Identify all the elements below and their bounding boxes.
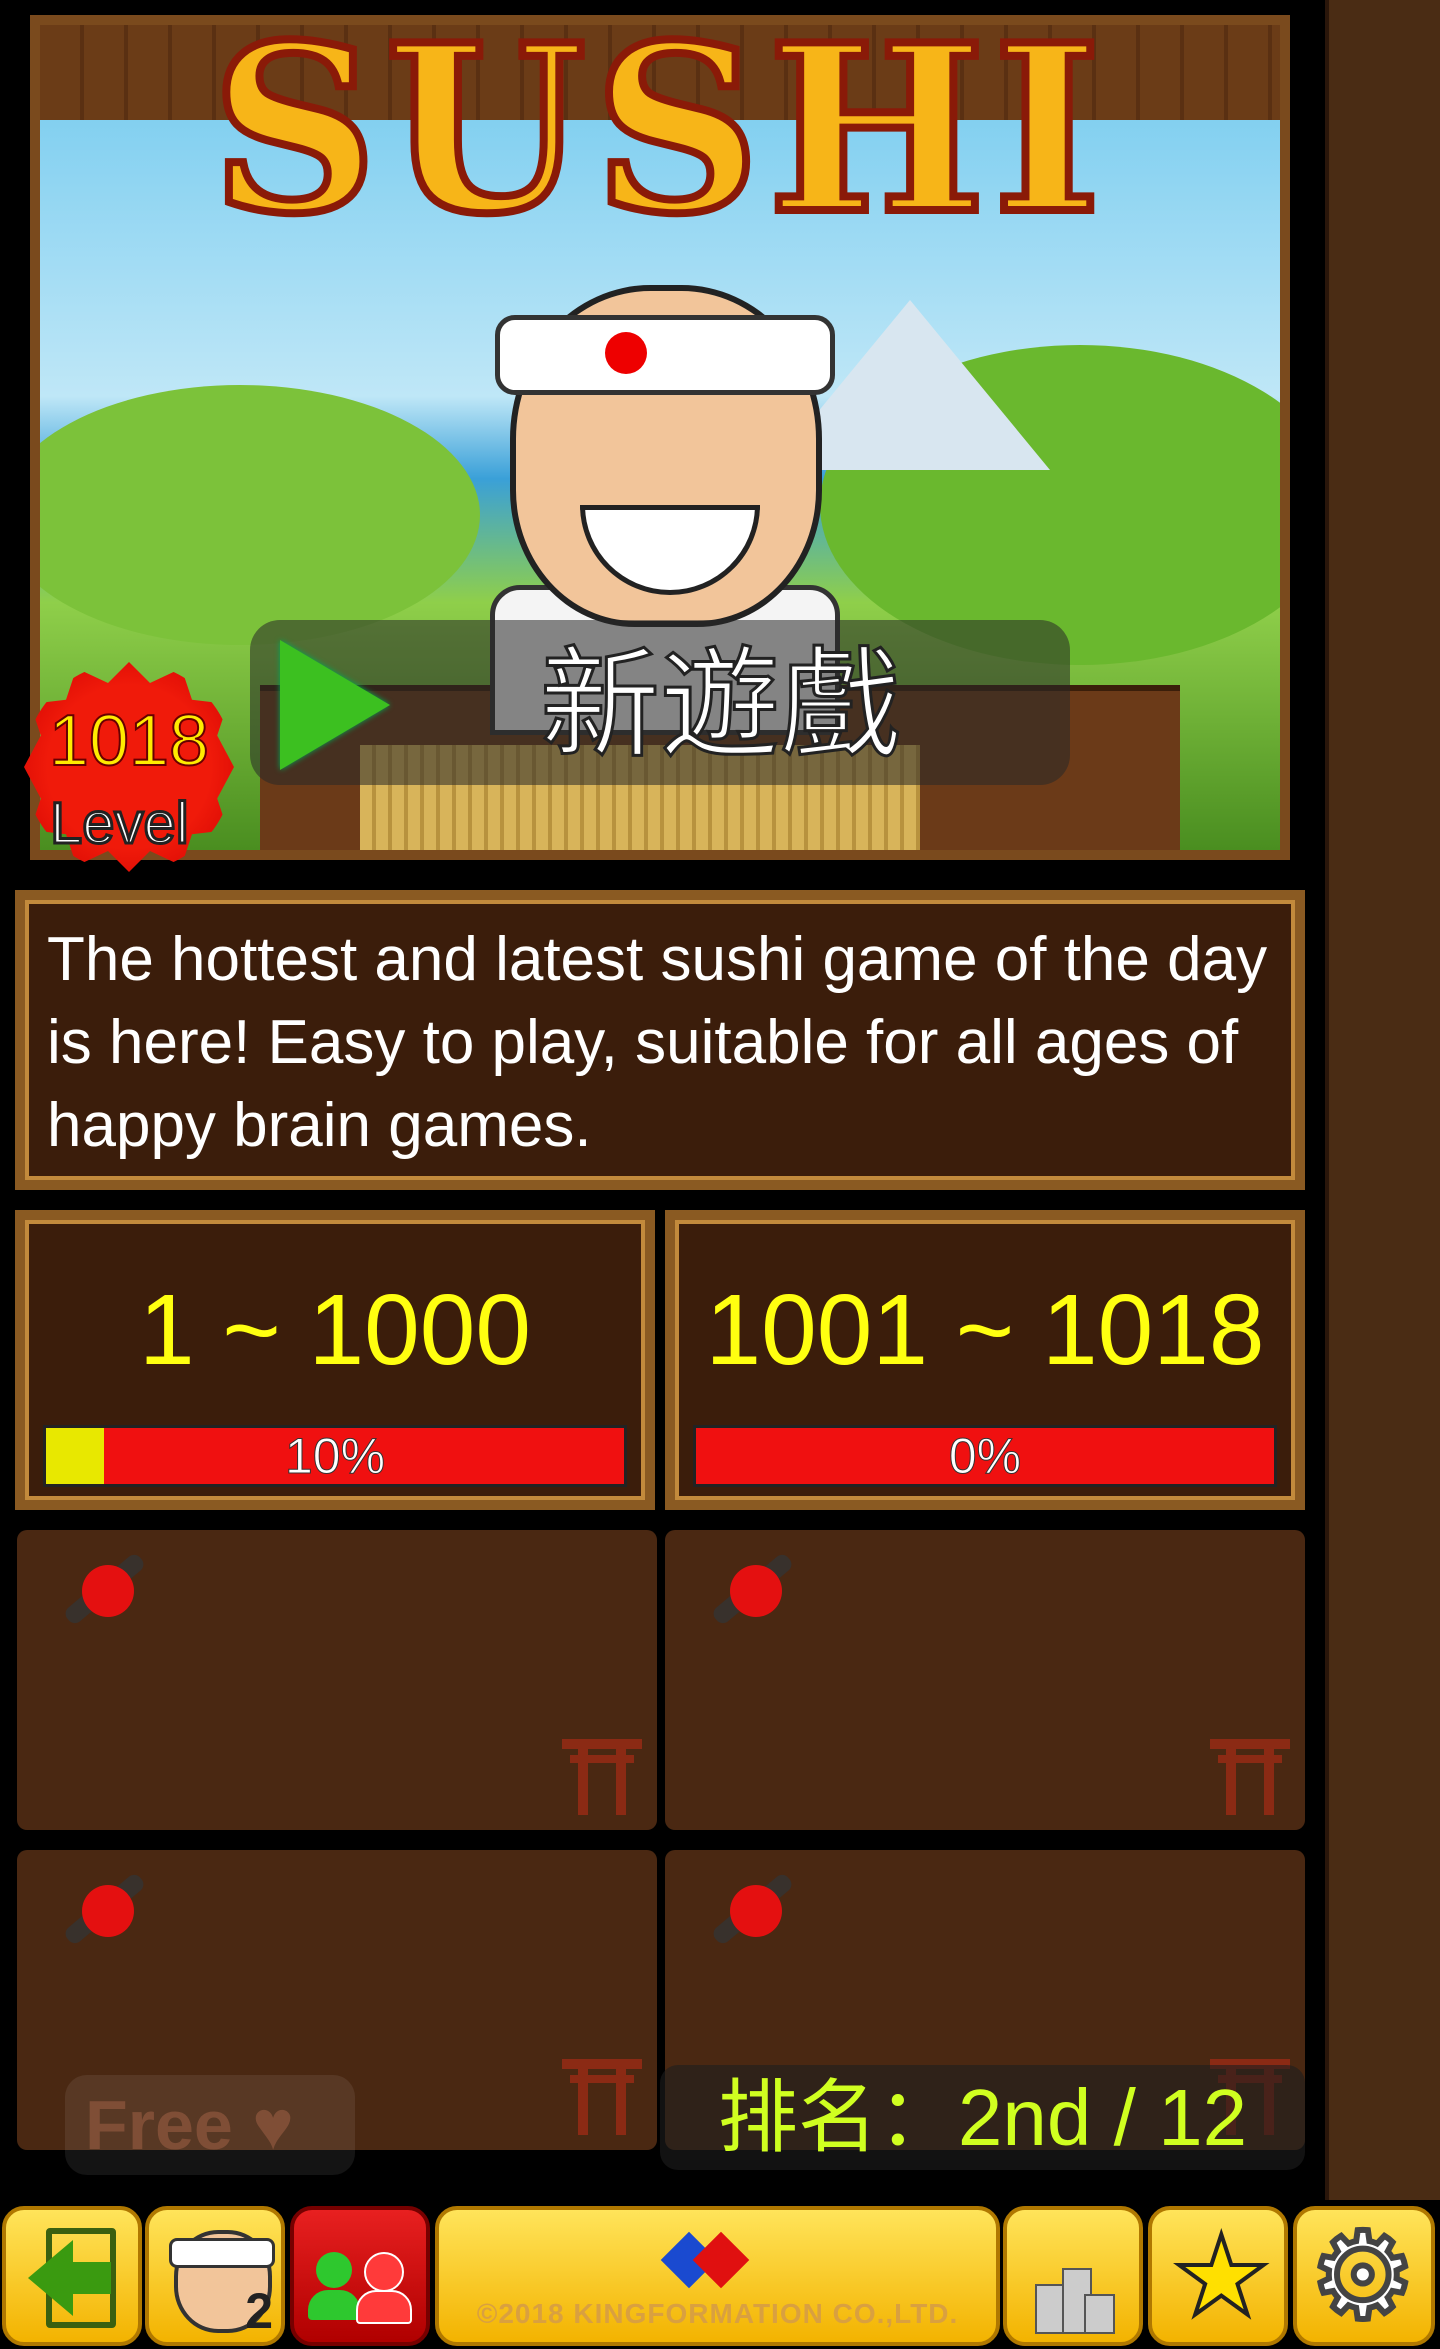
right-side-panel [1325,0,1440,2200]
favorites-button[interactable]: ★ [1148,2206,1288,2346]
hill-decoration [40,385,480,645]
free-hearts-button[interactable]: Free ♥ [65,2075,355,2175]
japan-map-icon [52,1550,147,1640]
star-icon: ★ [1170,2215,1273,2338]
bottom-toolbar: 2 ©2018 KINGFORMATION CO.,LTD. ★ ⚙ [0,2200,1440,2349]
torii-icon [562,1735,642,1815]
japan-map-icon [700,1550,795,1640]
description-panel: The hottest and latest sushi game of the… [15,890,1305,1190]
torii-icon [562,2055,642,2135]
japan-map-icon [700,1870,795,1960]
switch-players-icon [316,2252,352,2288]
player-avatar-button[interactable]: 2 [145,2206,285,2346]
rising-sun-icon [605,332,647,374]
settings-button[interactable]: ⚙ [1293,2206,1435,2346]
progress-bar: 10% [43,1425,627,1487]
level-tile[interactable] [17,1530,657,1830]
company-banner[interactable]: ©2018 KINGFORMATION CO.,LTD. [435,2206,1000,2346]
back-button[interactable] [2,2206,142,2346]
copyright-text: ©2018 KINGFORMATION CO.,LTD. [476,2298,959,2329]
avatar-count: 2 [245,2283,273,2339]
level-number: 1018 [48,700,210,782]
new-game-label[interactable]: 新遊戲 [420,625,1020,785]
level-range-1[interactable]: 1 ~ 1000 10% [15,1210,655,1510]
torii-icon [1210,1735,1290,1815]
leaderboard-button[interactable] [1003,2206,1143,2346]
range-label: 1 ~ 1000 [138,1274,532,1386]
japan-map-icon [52,1870,147,1960]
game-title: SUSHI [207,15,1109,265]
podium-icon [1035,2250,1115,2334]
play-icon[interactable] [280,640,390,770]
progress-bar: 0% [693,1425,1277,1487]
level-label: Level [49,790,191,858]
range-label: 1001 ~ 1018 [705,1274,1265,1386]
progress-percent: 0% [948,1428,1022,1485]
level-range-2[interactable]: 1001 ~ 1018 0% [665,1210,1305,1510]
description-text: The hottest and latest sushi game of the… [47,925,1268,1160]
progress-percent: 10% [284,1428,386,1485]
chef-headband [495,315,835,395]
ranking-label: 排名：2nd / 12 [660,2065,1305,2170]
level-tile[interactable] [665,1530,1305,1830]
switch-players-button[interactable] [290,2206,430,2346]
gear-icon: ⚙ [1306,2209,1420,2343]
company-logo-icon [660,2228,754,2289]
